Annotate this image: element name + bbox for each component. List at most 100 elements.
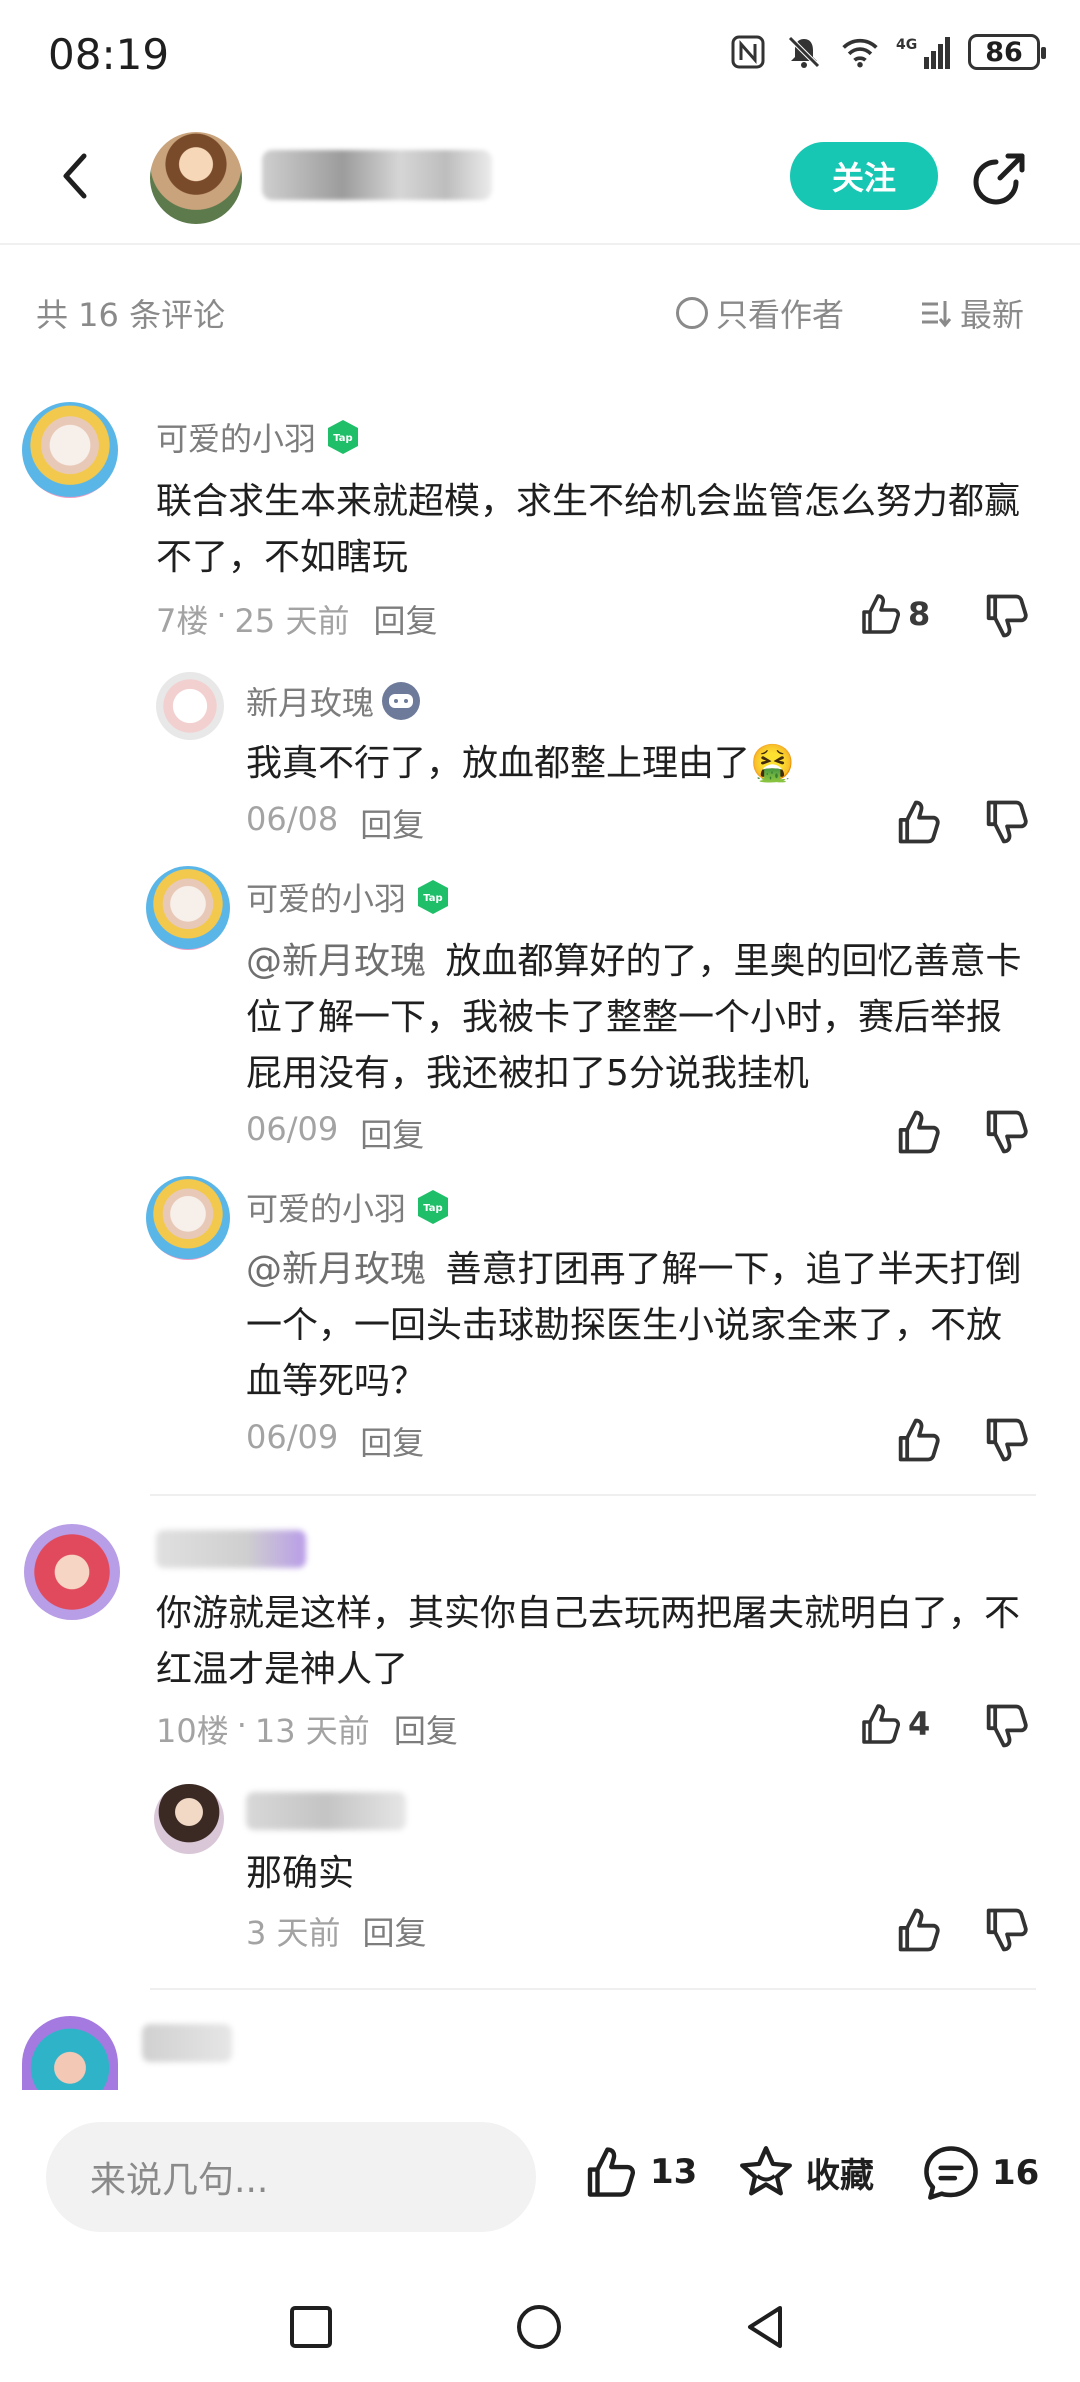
tap-badge-icon: Tap: [418, 1190, 449, 1224]
comment-icon: [924, 2146, 978, 2200]
dislike-button[interactable]: [980, 1106, 1032, 1158]
like-count: 8: [908, 595, 931, 633]
dislike-button[interactable]: [980, 796, 1032, 848]
like-icon: [898, 1418, 940, 1462]
floor-number: 7楼: [156, 602, 209, 640]
like-button[interactable]: [892, 1414, 944, 1466]
like-button[interactable]: [892, 796, 944, 848]
svg-text:Tap: Tap: [423, 893, 442, 904]
network-type: 4G: [896, 37, 917, 53]
comment-time: 25 天前: [234, 602, 350, 640]
comment-count: 共 16 条评论: [36, 296, 226, 334]
reply-button[interactable]: 回复: [360, 1110, 424, 1156]
reply-button[interactable]: 回复: [363, 1908, 427, 1954]
mute-bell-icon: [784, 32, 824, 72]
status-bar: 08:19 4G 86: [0, 0, 1080, 110]
svg-text:Tap: Tap: [423, 1203, 442, 1214]
comment-time: 13 天前: [254, 1712, 370, 1750]
reply-author-name[interactable]: 可爱的小羽 Tap: [246, 874, 452, 920]
reply-meta: 06/08 回复: [246, 800, 424, 846]
like-button[interactable]: 8: [856, 590, 930, 638]
follow-button[interactable]: 关注: [790, 142, 938, 210]
back-button[interactable]: [48, 146, 108, 206]
like-count: 4: [908, 1705, 931, 1743]
status-time: 08:19: [48, 30, 170, 79]
dislike-button[interactable]: [980, 1700, 1032, 1752]
reply-text: 我真不行了，放血都整上理由了🤮: [246, 743, 795, 784]
reply-author-name[interactable]: 新月玫瑰: [246, 678, 421, 724]
reply-button[interactable]: 回复: [394, 1706, 458, 1752]
like-icon: [587, 2147, 635, 2197]
mention[interactable]: @新月玫瑰: [246, 1249, 426, 1290]
battery-indicator: 86: [968, 34, 1046, 70]
divider: [150, 1988, 1036, 1990]
radio-icon: [676, 297, 708, 329]
comment-button[interactable]: 16: [920, 2142, 1039, 2204]
like-button[interactable]: [892, 1106, 944, 1158]
comment-text: 联合求生本来就超模，求生不给机会监管怎么努力都赢不了，不如瞎玩: [156, 481, 1021, 578]
post-like-count: 13: [650, 2152, 698, 2192]
mention[interactable]: @新月玫瑰: [246, 941, 426, 982]
dislike-button[interactable]: [980, 1414, 1032, 1466]
back-icon: [63, 153, 87, 199]
comment-meta: 10楼 · 13 天前 回复: [156, 1706, 458, 1752]
commenter-name[interactable]: 可爱的小羽 Tap: [156, 414, 362, 460]
floor-number: 10楼: [156, 1712, 229, 1750]
author-only-toggle[interactable]: 只看作者: [676, 290, 844, 336]
signal-icon: 4G: [896, 32, 952, 72]
dislike-icon: [986, 1418, 1028, 1462]
tap-badge-icon: Tap: [418, 880, 449, 914]
commenter-avatar[interactable]: [22, 2016, 118, 2090]
author-avatar[interactable]: [150, 132, 242, 224]
reply-avatar[interactable]: [146, 1176, 230, 1260]
reply-avatar[interactable]: [154, 1784, 224, 1854]
svg-text:Tap: Tap: [333, 433, 352, 444]
like-button[interactable]: 4: [856, 1700, 930, 1748]
game-badge-icon: [382, 682, 421, 720]
reply-time: 06/08: [246, 800, 339, 838]
reply-meta: 3 天前 回复: [246, 1908, 427, 1954]
comment-input[interactable]: 来说几句...: [46, 2122, 536, 2232]
like-icon: [898, 800, 940, 844]
dislike-icon: [986, 800, 1028, 844]
reply-avatar[interactable]: [156, 672, 224, 740]
reply-button[interactable]: 回复: [360, 1418, 424, 1464]
commenter-avatar[interactable]: [24, 1524, 120, 1620]
favorite-button[interactable]: 收藏: [736, 2142, 874, 2202]
wifi-icon: [840, 32, 880, 72]
tap-badge-icon: Tap: [328, 420, 359, 454]
post-like-button[interactable]: 13: [580, 2142, 697, 2202]
author-name-blurred[interactable]: [262, 150, 492, 200]
dislike-button[interactable]: [980, 590, 1032, 642]
like-icon: [862, 594, 900, 634]
recents-button[interactable]: [276, 2292, 346, 2362]
reply-button[interactable]: 回复: [373, 596, 437, 642]
like-button[interactable]: [892, 1904, 944, 1956]
reply-time: 06/09: [246, 1418, 339, 1456]
dislike-icon: [986, 1110, 1028, 1154]
system-back-button[interactable]: [730, 2292, 800, 2362]
commenter-avatar[interactable]: [22, 402, 118, 498]
dislike-icon: [986, 594, 1028, 638]
bottom-action-bar: 来说几句... 13 收藏 16: [0, 2090, 1080, 2270]
like-icon: [898, 1110, 940, 1154]
like-icon: [862, 1704, 900, 1744]
reply-meta: 06/09 回复: [246, 1110, 424, 1156]
reply-time: 06/09: [246, 1110, 339, 1148]
share-icon: [973, 153, 1025, 205]
reply-text: @新月玫瑰 善意打团再了解一下，追了半天打倒一个，一回头击球勘探医生小说家全来了…: [246, 1249, 1022, 1402]
sort-button[interactable]: 最新: [918, 290, 1024, 336]
dislike-icon: [986, 1908, 1028, 1952]
home-button[interactable]: [504, 2292, 574, 2362]
reply-button[interactable]: 回复: [360, 800, 424, 846]
reply-author-name-blurred[interactable]: [246, 1792, 406, 1830]
share-button[interactable]: [970, 146, 1032, 208]
square-icon: [290, 2306, 332, 2348]
commenter-name-blurred[interactable]: [156, 1530, 306, 1568]
reply-avatar[interactable]: [146, 866, 230, 950]
reply-author-name[interactable]: 可爱的小羽 Tap: [246, 1184, 452, 1230]
dislike-button[interactable]: [980, 1904, 1032, 1956]
post-header: 关注: [0, 110, 1080, 245]
nfc-icon: [728, 32, 768, 72]
commenter-name-blurred[interactable]: [142, 2024, 232, 2062]
